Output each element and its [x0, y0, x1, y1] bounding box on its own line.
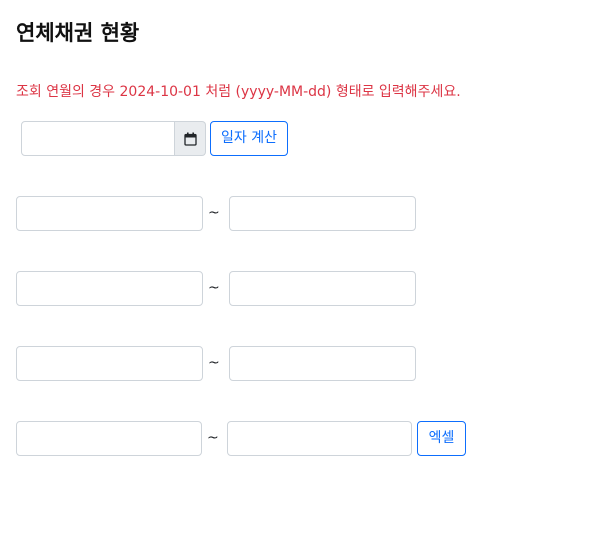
range-4-separator: ~	[207, 430, 219, 446]
range-3-separator: ~	[208, 355, 220, 371]
calendar-button[interactable]	[175, 121, 206, 156]
date-input[interactable]	[21, 121, 175, 156]
range-2-separator: ~	[208, 280, 220, 296]
range-2-from-input[interactable]	[16, 271, 203, 306]
date-format-notice: 조회 연월의 경우 2024-10-01 처럼 (yyyy-MM-dd) 형태로…	[16, 84, 461, 100]
range-3-from-input[interactable]	[16, 346, 203, 381]
range-2-to-input[interactable]	[229, 271, 416, 306]
calculate-date-button[interactable]: 일자 계산	[210, 121, 288, 156]
range-4-from-input[interactable]	[16, 421, 202, 456]
page-title: 연체채권 현황	[16, 21, 140, 45]
range-1-separator: ~	[208, 205, 220, 221]
excel-export-button[interactable]: 엑셀	[417, 421, 466, 456]
range-1-to-input[interactable]	[229, 196, 416, 231]
date-picker	[21, 121, 206, 156]
range-3-to-input[interactable]	[229, 346, 416, 381]
range-4-to-input[interactable]	[227, 421, 412, 456]
range-1-from-input[interactable]	[16, 196, 203, 231]
calendar-icon	[183, 132, 197, 146]
